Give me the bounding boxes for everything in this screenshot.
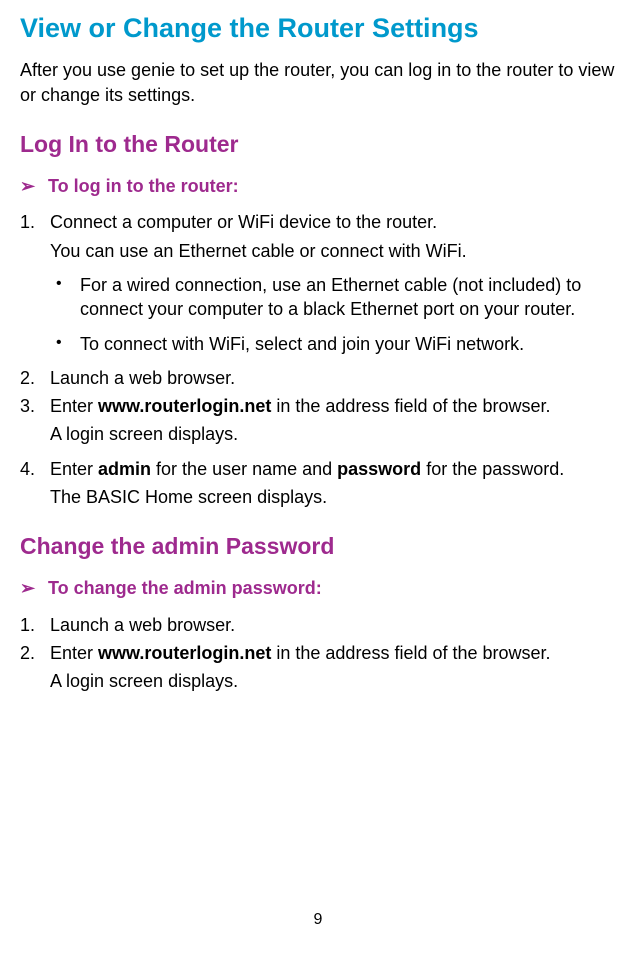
list-item: Launch a web browser. — [20, 366, 616, 390]
arrow-icon: ➢ — [20, 174, 48, 198]
url-text: www.routerlogin.net — [98, 396, 271, 416]
list-item: Launch a web browser. — [20, 613, 616, 637]
step-text: Connect a computer or WiFi device to the… — [50, 212, 437, 232]
list-item: To connect with WiFi, select and join yo… — [50, 332, 616, 356]
section-heading-password: Change the admin Password — [20, 531, 616, 562]
step-text: Launch a web browser. — [50, 615, 235, 635]
list-item: For a wired connection, use an Ethernet … — [50, 273, 616, 322]
step-subtext: A login screen displays. — [50, 669, 616, 693]
intro-paragraph: After you use genie to set up the router… — [20, 58, 616, 107]
page-title: View or Change the Router Settings — [20, 10, 616, 46]
bullet-list: For a wired connection, use an Ethernet … — [50, 273, 616, 356]
step-text: Enter www.routerlogin.net in the address… — [50, 643, 551, 663]
step-text: Launch a web browser. — [50, 368, 235, 388]
url-text: www.routerlogin.net — [98, 643, 271, 663]
list-item: Connect a computer or WiFi device to the… — [20, 210, 616, 355]
list-item: Enter admin for the user name and passwo… — [20, 457, 616, 510]
credential-password: password — [337, 459, 421, 479]
step-text: Enter www.routerlogin.net in the address… — [50, 396, 551, 416]
section-heading-login: Log In to the Router — [20, 129, 616, 160]
step-subtext: The BASIC Home screen displays. — [50, 485, 616, 509]
credential-username: admin — [98, 459, 151, 479]
step-subtext: A login screen displays. — [50, 422, 616, 446]
step-subtext: You can use an Ethernet cable or connect… — [50, 239, 616, 263]
password-steps-list: Launch a web browser. Enter www.routerlo… — [20, 613, 616, 694]
arrow-icon: ➢ — [20, 576, 48, 600]
task-label: To change the admin password: — [48, 578, 322, 598]
task-label: To log in to the router: — [48, 176, 239, 196]
page-number: 9 — [0, 909, 636, 931]
list-item: Enter www.routerlogin.net in the address… — [20, 641, 616, 694]
login-steps-list: Connect a computer or WiFi device to the… — [20, 210, 616, 509]
task-heading-password: ➢To change the admin password: — [20, 576, 616, 600]
list-item: Enter www.routerlogin.net in the address… — [20, 394, 616, 447]
task-heading-login: ➢To log in to the router: — [20, 174, 616, 198]
step-text: Enter admin for the user name and passwo… — [50, 459, 564, 479]
